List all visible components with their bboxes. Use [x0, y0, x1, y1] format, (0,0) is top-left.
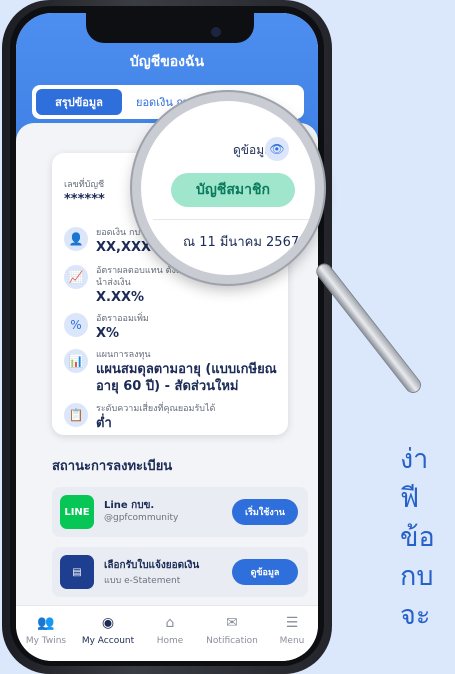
line-name: Line กบข. [104, 500, 155, 511]
divider [153, 219, 313, 220]
bottom-nav: 👥 My Twins ◉ My Account ⌂ Home ✉ Notificatio… [16, 605, 318, 661]
start-using-button[interactable]: เริ่มใช้งาน [232, 499, 298, 525]
phone-frame: บัญชีของฉัน สรุปข้อมูล ยอดเงิน กบข. เลขท… [2, 0, 332, 674]
risk-value: ต่ำ [96, 416, 112, 431]
clipboard-icon: 📋 [64, 403, 88, 427]
member-badge: บัญชีสมาชิก [171, 173, 295, 207]
nav-label: Notification [206, 636, 258, 646]
view-info-button[interactable]: ดูข้อมูล [232, 559, 298, 585]
nav-label: Menu [279, 636, 305, 646]
nav-label: My Twins [25, 636, 67, 646]
camera-icon [211, 27, 221, 37]
nav-label: Home [156, 636, 184, 646]
side-caption: ง่า ฟี ข้อ กบ จะ [400, 444, 435, 631]
eye-icon[interactable]: 👁 [265, 137, 289, 161]
line-registration: LINE Line กบข. @gpfcommunity เริ่มใช้งาน [52, 487, 308, 537]
risk-row: 📋 ระดับความเสี่ยงที่คุณยอมรับได้ ต่ำ [64, 403, 215, 432]
balance-row: 👤 ยอดเงิน กบข. XX,XXX [64, 227, 151, 256]
plan-label: แผนการลงทุน [96, 350, 151, 360]
plan-value: แผนสมดุลตามอายุ (แบบเกษียณอายุ 60 ปี) - … [96, 362, 277, 394]
user-icon: ◉ [101, 615, 115, 631]
nav-menu[interactable]: ☰ Menu [262, 614, 318, 646]
home-icon: ⌂ [165, 615, 175, 631]
coin-icon: % [64, 313, 88, 337]
chart-icon: 📈 [64, 265, 88, 289]
nav-home[interactable]: ⌂ Home [140, 614, 200, 646]
menu-icon: ☰ [285, 615, 299, 631]
plan-row: 📊 แผนการลงทุน แผนสมดุลตามอายุ (แบบเกษียณ… [64, 349, 286, 395]
saving-value: X% [96, 326, 120, 341]
return-value: X.XX% [96, 290, 145, 305]
balance-value: XX,XXX [96, 240, 152, 255]
account-number-value: ****** [64, 192, 105, 207]
nav-notification[interactable]: ✉ Notification [202, 614, 262, 646]
estatement-registration: ▤ เลือกรับใบแจ้งยอดเงิน แบบ e-Statement … [52, 547, 308, 597]
estatement-sub: แบบ e-Statement [104, 576, 181, 586]
as-of-date: ณ 11 มีนาคม 2567 [183, 235, 300, 250]
account-number: เลขที่บัญชี ****** [64, 179, 105, 208]
page-title: บัญชีของฉัน [129, 54, 205, 70]
tab-summary[interactable]: สรุปข้อมูล [36, 89, 122, 115]
line-handle: @gpfcommunity [104, 513, 179, 523]
twins-icon: 👥 [37, 615, 55, 631]
nav-my-account[interactable]: ◉ My Account [78, 614, 138, 646]
nav-label: My Account [81, 636, 135, 646]
estatement-name: เลือกรับใบแจ้งยอดเงิน [104, 560, 200, 571]
mail-icon: ✉ [226, 615, 238, 631]
plan-chart-icon: 📊 [64, 349, 88, 373]
nav-my-twins[interactable]: 👥 My Twins [16, 614, 76, 646]
magnifier-lens: ดูข้อมูล 👁 บัญชีสมาชิก ณ 11 มีนาคม 2567 [132, 92, 324, 284]
document-icon: ▤ [60, 555, 94, 589]
line-logo-icon: LINE [60, 495, 94, 529]
account-number-label: เลขที่บัญชี [64, 180, 105, 190]
risk-label: ระดับความเสี่ยงที่คุณยอมรับได้ [96, 404, 216, 414]
saving-row: % อัตราออมเพิ่ม X% [64, 313, 149, 342]
saving-label: อัตราออมเพิ่ม [96, 314, 149, 324]
user-icon: 👤 [64, 227, 88, 251]
phone-notch [86, 13, 254, 43]
registration-title: สถานะการลงทะเบียน [52, 459, 173, 474]
